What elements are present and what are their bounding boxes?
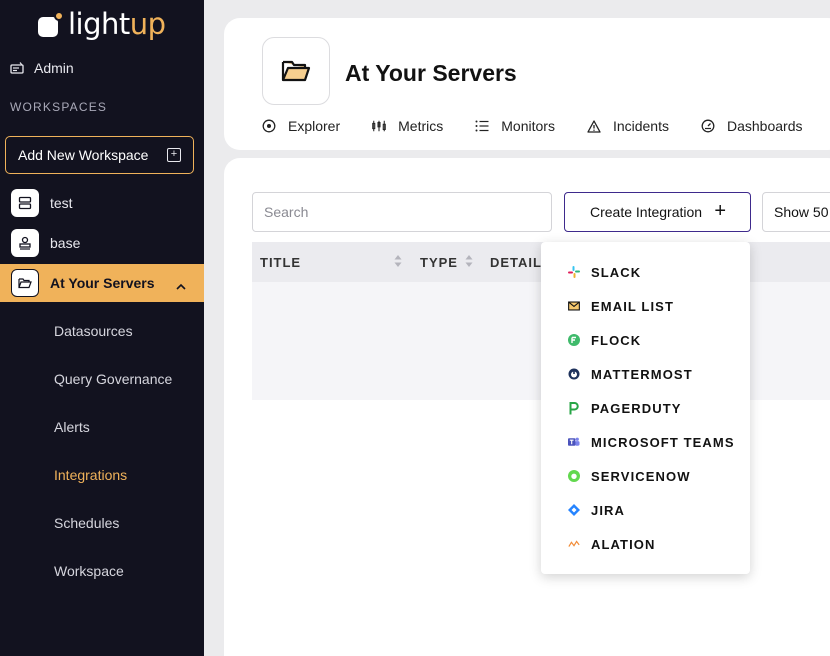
nav-datasources[interactable]: Datasources bbox=[54, 323, 133, 339]
servicenow-icon bbox=[568, 470, 580, 482]
tab-label: Metrics bbox=[398, 118, 444, 134]
sort-icon[interactable] bbox=[465, 254, 473, 268]
slack-icon bbox=[568, 266, 580, 278]
menu-item-label: JIRA bbox=[591, 502, 626, 518]
sort-icon[interactable] bbox=[394, 254, 402, 268]
column-header-detail[interactable]: DETAIL bbox=[490, 255, 542, 270]
workspace-item-base[interactable]: base bbox=[0, 224, 204, 262]
tab-incidents[interactable]: Incidents bbox=[587, 118, 669, 134]
plus-icon: + bbox=[714, 200, 726, 222]
nav-query-governance[interactable]: Query Governance bbox=[54, 371, 172, 387]
menu-item-microsoft-teams[interactable]: MICROSOFT TEAMS bbox=[541, 425, 750, 459]
admin-link[interactable]: Admin bbox=[10, 58, 74, 78]
menu-item-slack[interactable]: SLACK bbox=[541, 255, 750, 289]
metrics-icon bbox=[372, 119, 386, 133]
dashboards-icon bbox=[701, 119, 715, 133]
tab-label: Dashboards bbox=[727, 118, 803, 134]
menu-item-label: MATTERMOST bbox=[591, 366, 693, 382]
add-workspace-button[interactable]: Add New Workspace + bbox=[5, 136, 194, 174]
menu-item-label: MICROSOFT TEAMS bbox=[591, 434, 735, 450]
email-icon bbox=[568, 300, 580, 312]
menu-item-servicenow[interactable]: SERVICENOW bbox=[541, 459, 750, 493]
create-integration-button[interactable]: Create Integration + bbox=[564, 192, 751, 232]
workspace-item-test[interactable]: test bbox=[0, 184, 204, 222]
column-header-type[interactable]: TYPE bbox=[420, 255, 458, 270]
nav-integrations[interactable]: Integrations bbox=[54, 467, 127, 483]
tab-label: Explorer bbox=[288, 118, 341, 134]
menu-item-label: ALATION bbox=[591, 536, 656, 552]
menu-item-label: PAGERDUTY bbox=[591, 400, 682, 416]
flock-icon bbox=[568, 334, 580, 346]
page-title: At Your Servers bbox=[345, 60, 517, 86]
menu-item-label: EMAIL LIST bbox=[591, 298, 674, 314]
workspace-folder-icon bbox=[262, 37, 330, 105]
server-icon bbox=[11, 189, 39, 217]
mattermost-icon bbox=[568, 368, 580, 380]
workspace-header: At Your Servers Explorer Metrics Monitor… bbox=[224, 18, 830, 150]
menu-item-pagerduty[interactable]: PAGERDUTY bbox=[541, 391, 750, 425]
chevron-up-icon[interactable] bbox=[176, 277, 186, 293]
integration-type-menu: SLACK EMAIL LIST FLOCK MATTERMOST PAGERD… bbox=[541, 242, 750, 574]
page-size-select[interactable]: Show 50 bbox=[762, 192, 830, 232]
jira-icon bbox=[568, 504, 580, 516]
menu-item-alation[interactable]: ALATION bbox=[541, 527, 750, 561]
logo-mark-icon bbox=[38, 11, 64, 37]
add-workspace-label: Add New Workspace bbox=[18, 147, 149, 163]
tab-label: Monitors bbox=[501, 118, 555, 134]
workspaces-heading: WORKSPACES bbox=[10, 100, 108, 114]
menu-item-mattermost[interactable]: MATTERMOST bbox=[541, 357, 750, 391]
tab-metrics[interactable]: Metrics bbox=[372, 118, 443, 134]
nav-alerts[interactable]: Alerts bbox=[54, 419, 90, 435]
folder-open-icon bbox=[11, 269, 39, 297]
workspace-label: test bbox=[50, 195, 73, 211]
workspace-label: base bbox=[50, 235, 81, 251]
menu-item-label: SERVICENOW bbox=[591, 468, 691, 484]
tab-explorer[interactable]: Explorer bbox=[262, 118, 340, 134]
column-header-title[interactable]: TITLE bbox=[260, 255, 301, 270]
sidebar: lightup Admin WORKSPACES Add New Workspa… bbox=[0, 0, 204, 656]
teams-icon bbox=[568, 436, 580, 448]
alation-icon bbox=[568, 538, 580, 550]
nav-schedules[interactable]: Schedules bbox=[54, 515, 119, 531]
menu-item-jira[interactable]: JIRA bbox=[541, 493, 750, 527]
explorer-icon bbox=[262, 119, 276, 133]
plus-square-icon: + bbox=[167, 148, 181, 162]
incidents-icon bbox=[587, 119, 601, 133]
workspace-item-at-your-servers[interactable]: At Your Servers bbox=[0, 264, 204, 302]
workspace-tabs: Explorer Metrics Monitors Incidents Dash… bbox=[262, 118, 830, 134]
menu-item-email-list[interactable]: EMAIL LIST bbox=[541, 289, 750, 323]
nav-workspace[interactable]: Workspace bbox=[54, 563, 124, 579]
monitors-icon bbox=[475, 119, 489, 133]
menu-item-flock[interactable]: FLOCK bbox=[541, 323, 750, 357]
logo-wordmark: lightup bbox=[68, 7, 166, 41]
lightup-logo[interactable]: lightup bbox=[38, 6, 166, 42]
search-input[interactable] bbox=[252, 192, 552, 232]
admin-icon bbox=[10, 61, 24, 75]
tab-dashboards[interactable]: Dashboards bbox=[701, 118, 803, 134]
create-integration-label: Create Integration bbox=[590, 204, 703, 220]
workspace-label: At Your Servers bbox=[50, 275, 155, 291]
stamp-icon bbox=[11, 229, 39, 257]
tab-monitors[interactable]: Monitors bbox=[475, 118, 555, 134]
menu-item-label: FLOCK bbox=[591, 332, 642, 348]
pagerduty-icon bbox=[568, 401, 580, 414]
tab-label: Incidents bbox=[612, 118, 669, 134]
page-size-label: Show 50 bbox=[774, 204, 829, 220]
admin-label: Admin bbox=[34, 60, 74, 76]
menu-item-label: SLACK bbox=[591, 264, 642, 280]
